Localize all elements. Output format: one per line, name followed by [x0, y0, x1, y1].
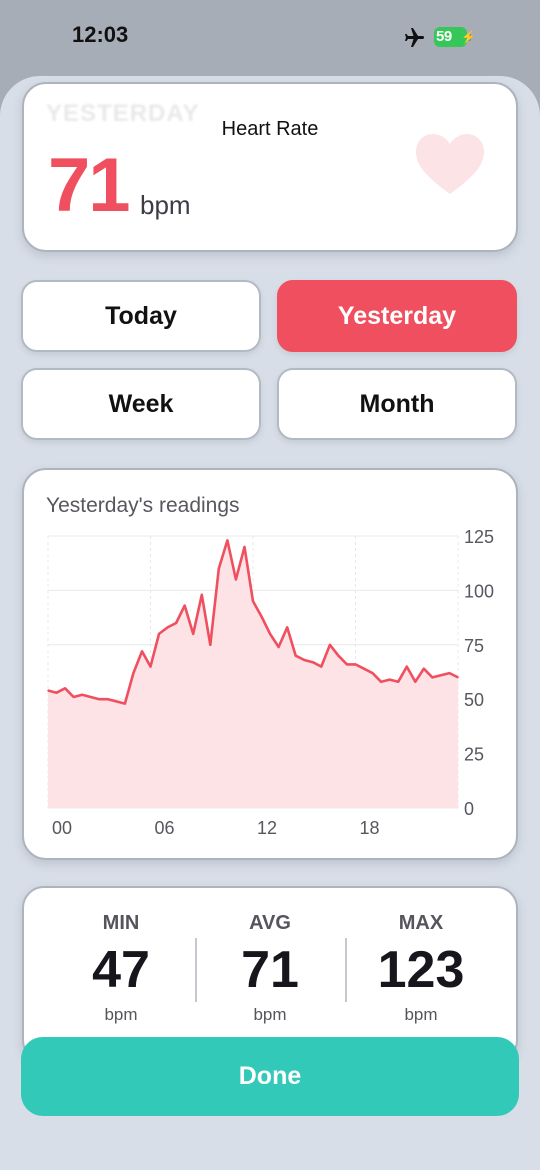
segment-month[interactable]: Month [277, 368, 517, 440]
chart-data-point [141, 650, 143, 653]
status-time: 12:03 [72, 22, 129, 47]
chart-data-point [175, 622, 177, 624]
chart-data-point [440, 674, 442, 677]
stat-avg-unit: bpm [253, 1005, 287, 1024]
y-tick-label: 50 [464, 690, 484, 710]
segment-today[interactable]: Today [21, 280, 261, 352]
x-tick-label: 06 [155, 818, 175, 838]
chart-data-point [354, 663, 357, 666]
chart-data-point [269, 633, 271, 635]
chart-data-point [218, 567, 220, 570]
heart-rate-chart: 125100755025000 06 12 18 [47, 527, 494, 838]
heart-rate-summary-card: YESTERDAY Heart Rate 71 bpm [22, 82, 518, 252]
chart-data-point [192, 633, 195, 635]
status-bar: 12:03 59 ⚡ [0, 0, 540, 76]
chart-data-point [149, 665, 152, 668]
y-tick-label: 100 [464, 581, 494, 601]
chart-data-point [55, 691, 58, 694]
chart-data-point [448, 672, 451, 674]
chart-data-point [371, 672, 374, 674]
chart-data-point [243, 546, 246, 548]
chart-data-point [277, 646, 280, 648]
heart-rate-unit: bpm [140, 190, 191, 220]
readings-chart-card: 125 100 75 50 25 0 00 06 12 18 Yesterday's readin… [22, 468, 518, 860]
stats-card: MIN 47 bpm AVG 71 bpm MAX 123 bpm [22, 886, 518, 1062]
stat-avg: AVG 71 bpm [195, 912, 345, 1025]
chart-data-point [457, 676, 459, 679]
airplane-icon [405, 28, 424, 47]
chart-data-point [209, 644, 212, 646]
chart-data-point [380, 680, 382, 683]
chart-data-point [286, 626, 288, 629]
chart-data-point [47, 689, 49, 692]
chart-data-point [64, 687, 66, 690]
chart-data-point [252, 600, 254, 603]
current-heart-rate: 71 [48, 143, 131, 228]
chart-data-point [423, 667, 425, 670]
y-tick-label: 25 [464, 745, 484, 765]
stat-avg-value: 71 [241, 941, 299, 999]
chart-data-point [158, 633, 160, 635]
stat-max-label: MAX [398, 912, 444, 934]
chart-data-point [115, 700, 118, 703]
stat-min: MIN 47 bpm [46, 912, 196, 1025]
chart-title: Yesterday's readings [46, 494, 240, 517]
chart-data-point [98, 698, 101, 700]
chart-data-point [226, 539, 229, 542]
chart-data-point [72, 696, 75, 698]
x-tick-label: 12 [257, 818, 277, 838]
x-tick-label: 18 [360, 818, 380, 838]
chart-data-point [388, 678, 391, 681]
chart-data-point [329, 644, 331, 646]
chart-data-point [397, 680, 400, 683]
chart-data-point [183, 604, 186, 607]
chart-data-point [405, 665, 408, 668]
chart-data-point [363, 667, 365, 670]
stat-avg-label: AVG [249, 912, 291, 934]
chart-data-point [320, 665, 323, 668]
chart-data-point [235, 578, 237, 581]
chart-data-point [106, 698, 109, 700]
heart-rate-sheet: YESTERDAY Heart Rate 71 bpm Today Yester… [0, 76, 540, 1170]
battery-level: 59 [436, 28, 452, 45]
segment-yesterday[interactable]: Yesterday [277, 280, 517, 352]
chart-data-point [89, 696, 92, 698]
chart-data-point [132, 672, 135, 674]
segment-week[interactable]: Week [21, 368, 261, 440]
chart-data-point [414, 680, 417, 683]
chart-data-point [81, 694, 83, 696]
chart-data-point [124, 702, 126, 705]
stat-max-unit: bpm [404, 1005, 438, 1024]
chart-data-point [337, 654, 340, 657]
chart-data-point [311, 661, 314, 664]
stat-min-value: 47 [92, 941, 150, 999]
stat-min-unit: bpm [104, 1005, 138, 1024]
stat-max: MAX 123 bpm [346, 912, 496, 1025]
chart-data-point [200, 593, 203, 596]
y-tick-label: 0 [464, 799, 474, 819]
y-tick-label: 75 [464, 636, 484, 656]
y-tick-label: 125 [464, 527, 494, 547]
chart-data-point [260, 615, 263, 618]
stat-min-label: MIN [102, 912, 140, 934]
chart-data-point [346, 663, 348, 666]
chart-data-point [303, 659, 306, 661]
chart-data-point [294, 654, 297, 657]
battery-charging-icon: 59 ⚡ [434, 27, 476, 47]
x-tick-label: 00 [52, 818, 72, 838]
done-button[interactable]: Done [21, 1037, 519, 1116]
stat-max-value: 123 [377, 941, 465, 999]
chart-data-point [166, 626, 169, 629]
chart-data-point [431, 676, 434, 679]
heart-icon [416, 134, 484, 194]
